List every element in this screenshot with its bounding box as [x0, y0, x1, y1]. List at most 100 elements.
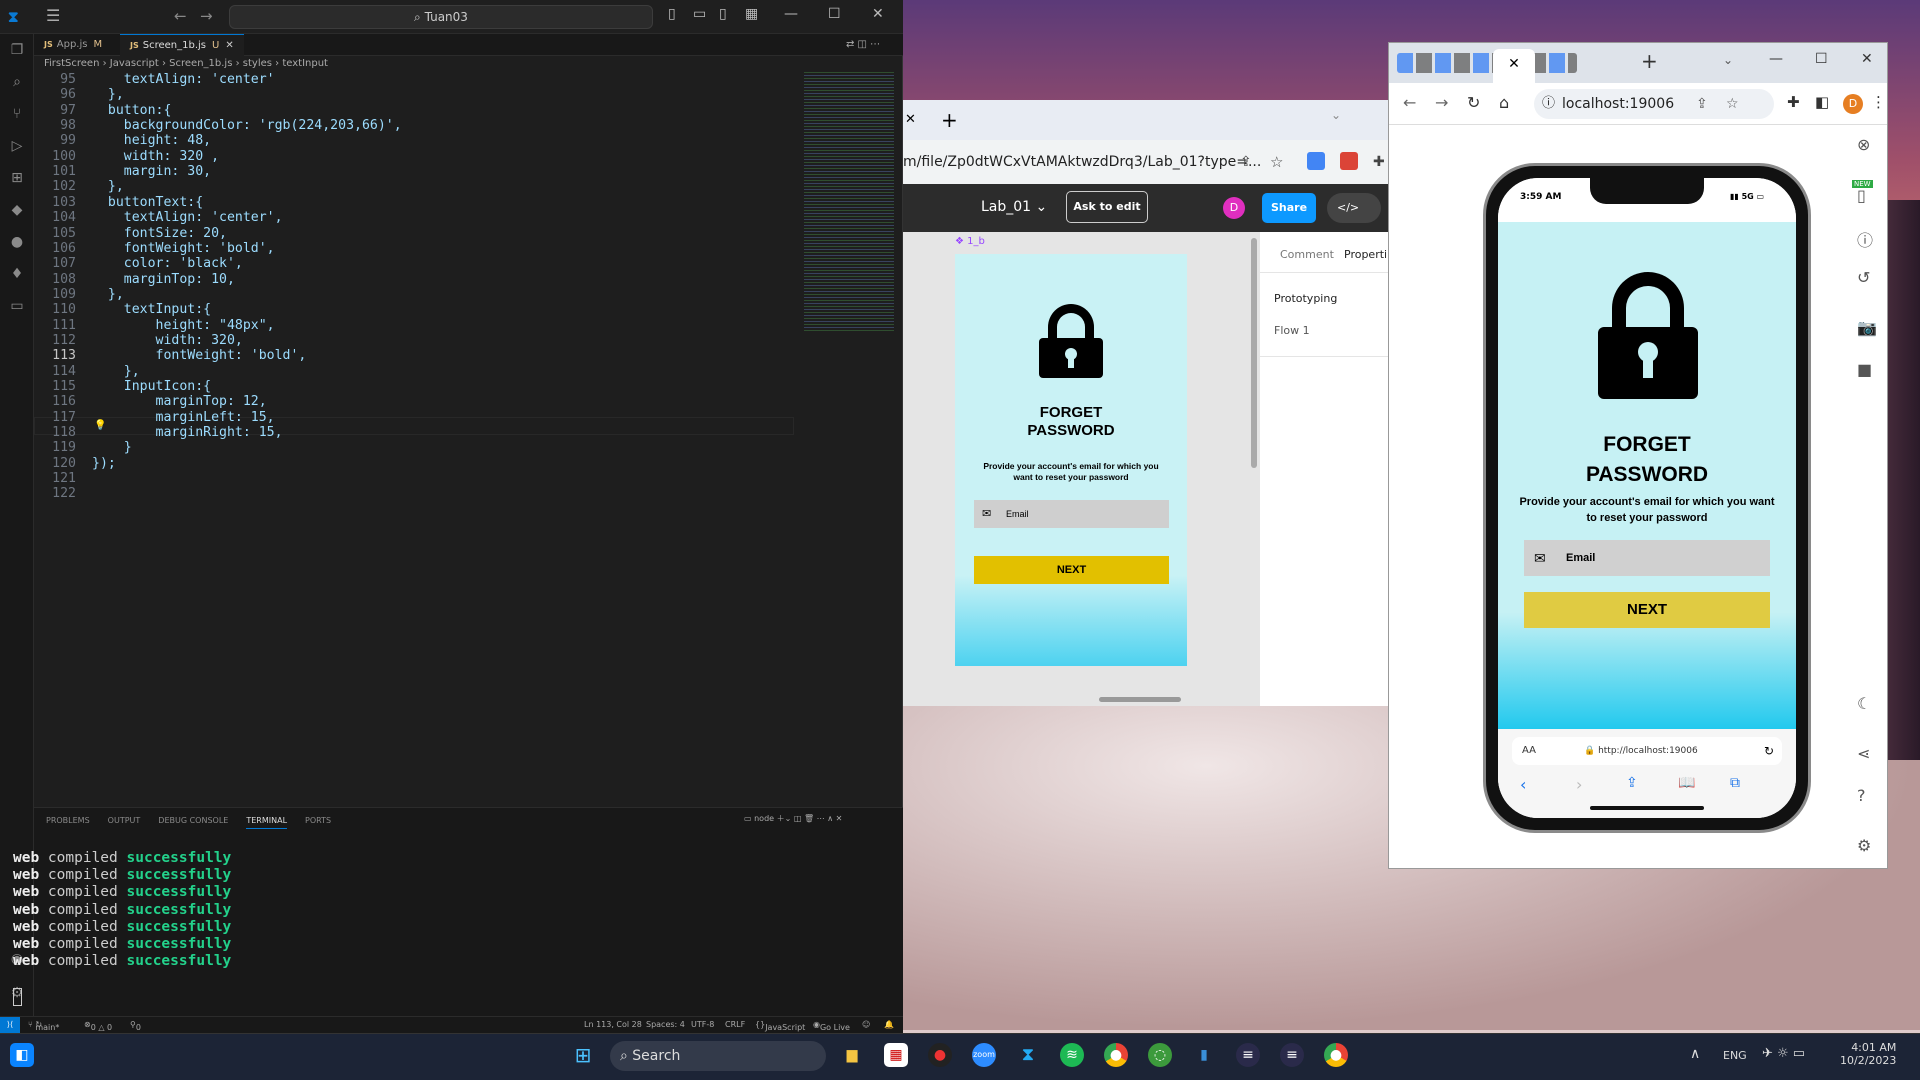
source-control-icon[interactable]: ⑂	[7, 106, 27, 126]
forward-arrow-icon[interactable]: →	[200, 7, 213, 25]
command-center-search[interactable]: ⌕ Tuan03	[229, 5, 653, 29]
translate-ext-icon[interactable]	[1307, 152, 1325, 170]
tab-debug-console[interactable]: DEBUG CONSOLE	[158, 816, 228, 825]
safari-tabs-icon[interactable]: ⧉	[1730, 775, 1740, 791]
clock[interactable]: 4:01 AM 10/2/2023	[1840, 1041, 1896, 1067]
zoom-icon[interactable]: zoom	[972, 1043, 996, 1067]
language-indicator[interactable]: ENG	[1723, 1049, 1747, 1062]
vertical-scrollbar[interactable]	[1251, 238, 1257, 468]
figma-canvas[interactable]: ❖ 1_b FORGET PASSWORD Provide your accoun…	[903, 232, 1259, 706]
code-editor[interactable]: 95 textAlign: 'center' 96 }, 97 button:{98…	[34, 72, 804, 600]
python-icon[interactable]: ◆	[7, 202, 27, 222]
code-line[interactable]: color: 'black',	[92, 256, 243, 271]
bookmark-icon[interactable]: ☆	[1726, 89, 1739, 119]
camera-icon[interactable]: 📷	[1857, 318, 1877, 337]
code-line[interactable]: });	[92, 456, 116, 471]
breadcrumb[interactable]: FirstScreen › Javascript › Screen_1b.js …	[44, 58, 328, 69]
safari-address-bar[interactable]: AA 🔒 http://localhost:19006 ↻	[1512, 737, 1782, 765]
explorer-icon[interactable]: ❐	[7, 42, 27, 62]
tab-app-js[interactable]: JS App.js M	[34, 34, 112, 56]
spotify-icon[interactable]: ≋	[1060, 1043, 1084, 1067]
pinned-tabs[interactable]	[1397, 53, 1577, 73]
gmail-ext-icon[interactable]	[1340, 152, 1358, 170]
code-line[interactable]: fontSize: 20,	[92, 226, 227, 241]
safari-bookmarks-icon[interactable]: 📖	[1678, 775, 1695, 791]
eclipse-icon[interactable]: ≡	[1236, 1043, 1260, 1067]
taskbar-search[interactable]: ⌕ Search	[610, 1041, 826, 1071]
code-line[interactable]: },	[92, 179, 124, 194]
tab-output[interactable]: OUTPUT	[108, 816, 141, 825]
email-field[interactable]: ✉ Email	[1524, 540, 1770, 576]
cursor-position[interactable]: Ln 113, Col 28	[584, 1020, 642, 1029]
eclipse-icon-2[interactable]: ≡	[1280, 1043, 1304, 1067]
terminal-controls[interactable]: ▭ node ＋⌄ ◫ 🗑 ⋯ ∧ ✕	[744, 813, 842, 824]
safari-url[interactable]: 🔒 http://localhost:19006	[1584, 737, 1698, 765]
share-page-icon[interactable]: ⇪	[1240, 140, 1252, 184]
code-line[interactable]: },	[92, 287, 124, 302]
file-explorer-icon[interactable]: ▆	[840, 1043, 864, 1067]
mongodb-icon[interactable]: ♦	[7, 266, 27, 286]
menu-icon[interactable]: ☰	[46, 6, 60, 25]
safari-share-icon[interactable]: ⇪	[1626, 775, 1638, 791]
tab-search-icon[interactable]: ⌄	[1723, 53, 1733, 67]
settings-icon[interactable]: ⚙	[1857, 836, 1871, 855]
close-icon[interactable]: ✕	[1861, 51, 1873, 67]
device-rotate-icon[interactable]: ▯	[1857, 186, 1866, 205]
code-line[interactable]: button:{	[92, 103, 172, 118]
tray-chevron-icon[interactable]: ∧	[1690, 1046, 1700, 1062]
bell-icon[interactable]: 🔔	[884, 1020, 894, 1029]
copilot-icon[interactable]: ☺	[862, 1020, 870, 1029]
code-line[interactable]: }	[92, 440, 132, 455]
extensions-icon[interactable]: ⊞	[7, 170, 27, 190]
address-bar[interactable]: ⓘ localhost:19006 ⇪ ☆	[1534, 89, 1774, 119]
code-line[interactable]: width: 320,	[92, 333, 243, 348]
text-size-button[interactable]: AA	[1522, 737, 1536, 765]
share-button[interactable]: Share	[1262, 193, 1316, 223]
code-line[interactable]: width: 320 ,	[92, 149, 219, 164]
code-line[interactable]: textInput:{	[92, 302, 211, 317]
frame-preview[interactable]: FORGET PASSWORD Provide your account's em…	[955, 254, 1187, 666]
tab-terminal[interactable]: TERMINAL	[246, 816, 288, 829]
app-icon[interactable]: ◌	[1148, 1043, 1172, 1067]
figma-address-bar[interactable]: m/file/Zp0dtWCxVtAMAktwzdDrq3/Lab_01?typ…	[903, 140, 1388, 184]
notes-icon[interactable]: ▮	[1192, 1043, 1216, 1067]
new-tab-icon[interactable]: +	[941, 108, 958, 132]
search-icon[interactable]: ⌕	[7, 74, 27, 94]
flow-item[interactable]: Flow 1	[1274, 324, 1310, 337]
tab-ports[interactable]: PORTS	[305, 816, 331, 825]
next-button[interactable]: NEXT	[1524, 592, 1770, 628]
puzzle-icon[interactable]: ✚	[1373, 140, 1385, 184]
json-icon[interactable]: ●	[7, 234, 27, 254]
language-mode[interactable]: {} JavaScript	[755, 1020, 805, 1032]
code-line[interactable]: fontWeight: 'bold',	[92, 348, 307, 363]
home-icon[interactable]: ⌂	[1499, 93, 1509, 112]
widgets-icon[interactable]: ◧	[10, 1043, 34, 1067]
bookmark-star-icon[interactable]: ☆	[1270, 140, 1283, 184]
encoding[interactable]: UTF-8	[691, 1020, 714, 1029]
office-icon[interactable]: ▦	[884, 1043, 908, 1067]
tab-properties[interactable]: Properti	[1344, 248, 1387, 261]
code-line[interactable]: height: 48,	[92, 133, 211, 148]
branch-status[interactable]: ⑂ main* ↻	[28, 1020, 59, 1032]
forward-icon[interactable]: →	[1435, 93, 1448, 112]
remote-explorer-icon[interactable]: ▭	[7, 298, 27, 318]
code-line[interactable]: },	[92, 87, 124, 102]
dark-mode-icon[interactable]: ☾	[1857, 694, 1871, 713]
chrome-menu-icon[interactable]: ⋮	[1871, 93, 1886, 111]
network-icon[interactable]: ✈ ☼ ▭	[1762, 1046, 1805, 1061]
ask-to-edit-button[interactable]: Ask to edit	[1066, 191, 1148, 223]
code-line[interactable]: InputIcon:{	[92, 379, 211, 394]
code-line[interactable]: backgroundColor: 'rgb(224,203,66)',	[92, 118, 402, 133]
tab-list-icon[interactable]: ⌄	[1331, 108, 1341, 122]
code-line[interactable]: fontWeight: 'bold',	[92, 241, 275, 256]
customize-layout-icon[interactable]: ▦	[745, 6, 758, 22]
start-icon[interactable]: ⊞	[571, 1043, 595, 1067]
minimize-icon[interactable]: —	[784, 6, 798, 22]
go-live[interactable]: ◉ Go Live	[813, 1020, 850, 1032]
avatar[interactable]: D	[1223, 197, 1245, 219]
safari-back-icon[interactable]: ‹	[1520, 775, 1526, 794]
code-line[interactable]: buttonText:{	[92, 195, 203, 210]
horizontal-scrollbar[interactable]	[1099, 697, 1181, 702]
editor-actions[interactable]: ⇄ ◫ ⋯	[836, 34, 890, 56]
info-icon[interactable]: ⓘ	[1857, 227, 1873, 251]
